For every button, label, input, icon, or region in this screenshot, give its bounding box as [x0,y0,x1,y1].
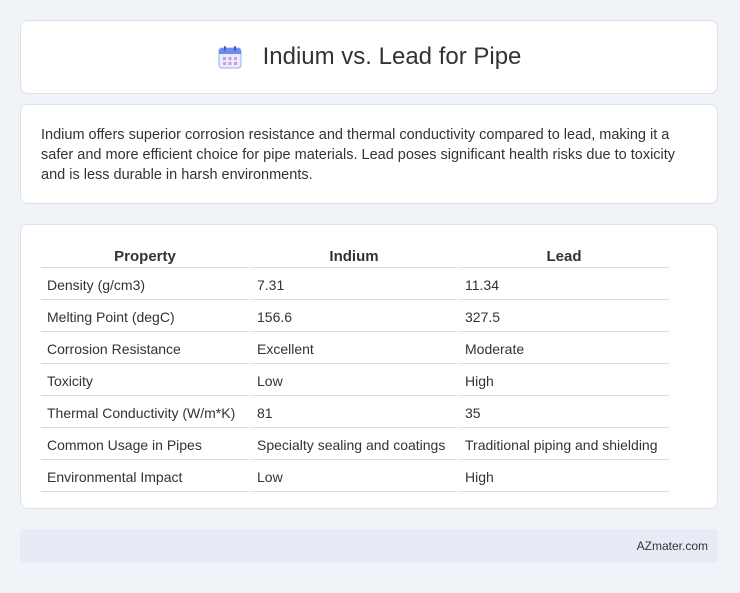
column-header-property: Property [41,245,249,268]
calendar-icon [217,44,243,70]
table-row: Melting Point (degC) 156.6 327.5 [41,302,669,332]
table-cell: Moderate [459,334,669,364]
summary-text: Indium offers superior corrosion resista… [41,127,676,183]
column-header-indium: Indium [251,245,457,268]
table-row: Corrosion Resistance Excellent Moderate [41,334,669,364]
table-cell: 7.31 [251,270,457,300]
table-cell: Common Usage in Pipes [41,430,249,460]
comparison-table: Property Indium Lead Density (g/cm3) 7.3… [39,243,671,494]
table-cell: High [459,462,669,492]
table-row: Environmental Impact Low High [41,462,669,492]
table-cell: Traditional piping and shielding [459,430,669,460]
table-cell: Excellent [251,334,457,364]
title-card: Indium vs. Lead for Pipe [20,20,718,94]
table-cell: Corrosion Resistance [41,334,249,364]
table-cell: 11.34 [459,270,669,300]
table-cell: 81 [251,398,457,428]
table-cell: Environmental Impact [41,462,249,492]
table-cell: Density (g/cm3) [41,270,249,300]
comparison-table-card: Property Indium Lead Density (g/cm3) 7.3… [20,224,718,509]
footer-brand-link[interactable]: AZmater.com [637,539,708,553]
summary-card: Indium offers superior corrosion resista… [20,104,718,204]
table-cell: 156.6 [251,302,457,332]
footer: AZmater.com [20,529,718,563]
table-cell: Specialty sealing and coatings [251,430,457,460]
table-cell: 327.5 [459,302,669,332]
table-cell: High [459,366,669,396]
table-cell: 35 [459,398,669,428]
table-row: Common Usage in Pipes Specialty sealing … [41,430,669,460]
table-cell: Thermal Conductivity (W/m*K) [41,398,249,428]
table-header-row: Property Indium Lead [41,245,669,268]
table-cell: Toxicity [41,366,249,396]
table-cell: Low [251,366,457,396]
table-row: Density (g/cm3) 7.31 11.34 [41,270,669,300]
table-cell: Melting Point (degC) [41,302,249,332]
table-row: Toxicity Low High [41,366,669,396]
column-header-lead: Lead [459,245,669,268]
page-title: Indium vs. Lead for Pipe [262,43,522,70]
table-row: Thermal Conductivity (W/m*K) 81 35 [41,398,669,428]
table-cell: Low [251,462,457,492]
